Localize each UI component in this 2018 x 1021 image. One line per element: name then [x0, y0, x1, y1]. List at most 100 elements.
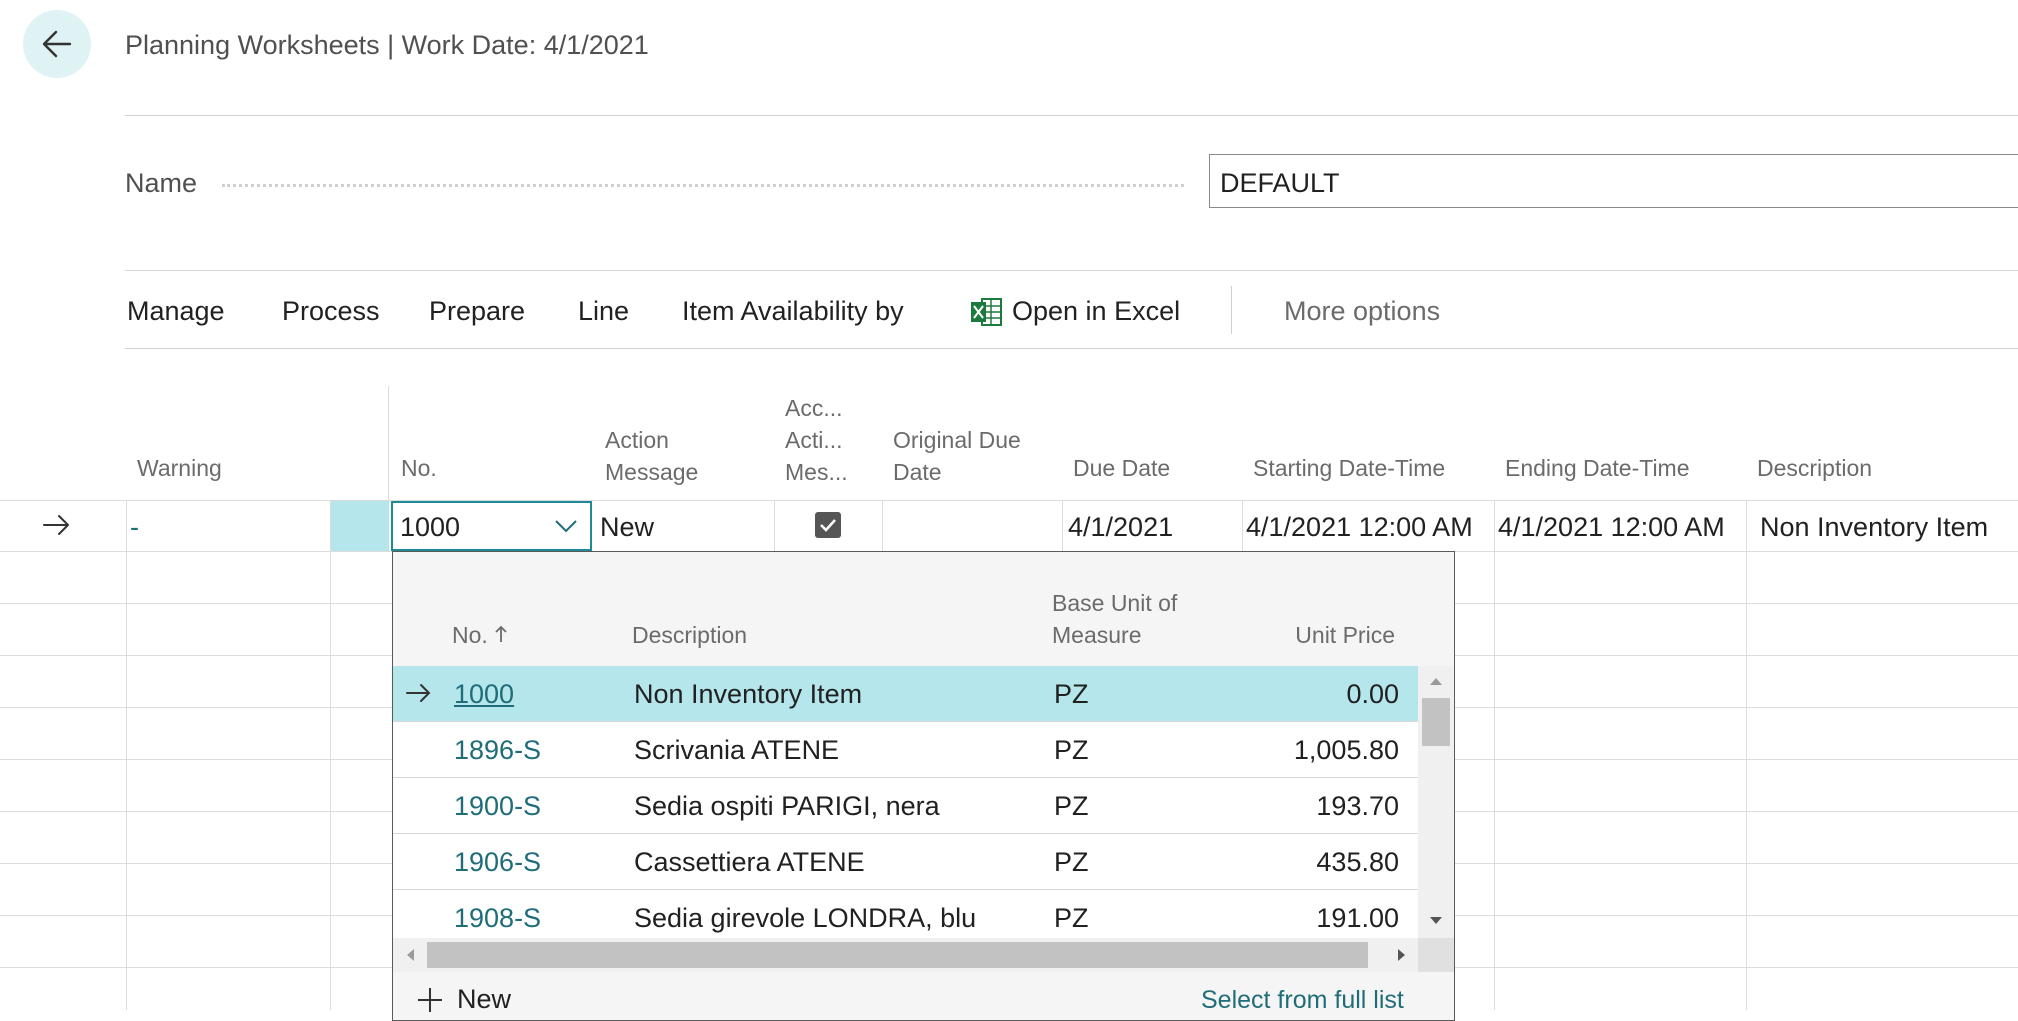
col-warning[interactable]: Warning [137, 452, 222, 484]
header-divider [125, 115, 2018, 116]
new-item-button[interactable]: New [415, 984, 511, 1015]
grid-col-line [1062, 500, 1063, 551]
manage-menu[interactable]: Manage [127, 296, 225, 327]
scroll-right-icon[interactable] [1397, 948, 1407, 962]
lookup-row-no[interactable]: 1000 [454, 679, 514, 710]
lookup-col-no-label: No. [452, 622, 488, 648]
lookup-row-price: 191.00 [1316, 903, 1399, 933]
lookup-row-unit: PZ [1054, 735, 1089, 765]
row-ending-date-time[interactable]: 4/1/2021 12:00 AM [1498, 512, 1725, 543]
lookup-col-base-unit-line1: Base Unit of [1052, 590, 1178, 616]
row-warning: - [130, 512, 139, 542]
prepare-menu[interactable]: Prepare [429, 296, 525, 327]
col-original-due-date[interactable]: Original Due Date [893, 424, 1021, 488]
name-label: Name [125, 168, 198, 198]
row-description[interactable]: Non Inventory Item [1760, 512, 1988, 543]
new-item-label: New [457, 984, 512, 1014]
col-starting-date-time[interactable]: Starting Date-Time [1253, 452, 1445, 484]
lookup-row-no[interactable]: 1908-S [454, 903, 541, 934]
lookup-row[interactable]: 1000 Non Inventory Item PZ 0.00 [393, 666, 1418, 722]
grid-line [0, 500, 2018, 501]
lookup-row-description: Sedia girevole LONDRA, blu [634, 903, 977, 933]
grid-col-line [330, 500, 331, 1010]
lookup-row-unit: PZ [1054, 903, 1089, 933]
col-accept-action-message[interactable]: Acc... Acti... Mes... [785, 392, 848, 488]
scroll-up-icon[interactable] [1429, 676, 1443, 686]
plus-icon [418, 987, 442, 1012]
row-select-cell[interactable] [331, 501, 389, 551]
grid-col-line [1746, 500, 1747, 1010]
header-col-separator [388, 386, 389, 500]
back-button[interactable] [23, 10, 91, 78]
col-description[interactable]: Description [1757, 452, 1872, 484]
open-in-excel-label: Open in Excel [1012, 296, 1181, 326]
col-action-message-line1: Action [605, 427, 669, 453]
no-input[interactable]: 1000 [391, 501, 592, 551]
lookup-row-description: Cassettiera ATENE [634, 847, 865, 877]
grid-col-line [126, 500, 127, 1010]
more-options-menu[interactable]: More options [1284, 296, 1440, 327]
vertical-scroll-thumb[interactable] [1422, 698, 1450, 746]
horizontal-scroll-thumb[interactable] [427, 942, 1368, 968]
vertical-scrollbar[interactable] [1418, 666, 1454, 946]
lookup-row-price: 193.70 [1316, 791, 1399, 821]
action-divider [125, 348, 2018, 349]
col-due-date[interactable]: Due Date [1073, 452, 1170, 484]
item-lookup-dropdown[interactable]: No. Description Base Unit of Measure Uni… [392, 551, 1455, 1021]
lookup-row-unit: PZ [1054, 791, 1089, 821]
scroll-down-icon[interactable] [1429, 916, 1443, 926]
excel-icon [971, 297, 1002, 326]
lookup-col-description[interactable]: Description [632, 619, 747, 651]
col-accept-line2: Acti... [785, 427, 843, 453]
row-action-message[interactable]: New [600, 512, 654, 543]
lookup-row-price: 1,005.80 [1293, 735, 1399, 765]
lookup-row-no[interactable]: 1900-S [454, 791, 541, 822]
action-separator [1231, 286, 1232, 334]
lookup-row[interactable]: 1896-S Scrivania ATENE PZ 1,005.80 [393, 722, 1418, 778]
line-menu[interactable]: Line [578, 296, 629, 327]
lookup-row-description: Sedia ospiti PARIGI, nera [634, 791, 940, 821]
lookup-col-base-unit-line2: Measure [1052, 622, 1142, 648]
lookup-row-unit: PZ [1054, 679, 1089, 709]
scrollbar-corner [1418, 938, 1454, 972]
open-in-excel-button[interactable]: Open in Excel [970, 296, 1180, 327]
col-ending-date-time[interactable]: Ending Date-Time [1505, 452, 1690, 484]
chevron-down-icon[interactable] [553, 517, 579, 540]
page-title: Planning Worksheets | Work Date: 4/1/202… [125, 30, 649, 60]
lookup-col-no[interactable]: No. [452, 619, 508, 651]
lookup-row[interactable]: 1906-S Cassettiera ATENE PZ 435.80 [393, 834, 1418, 890]
arrow-right-icon [405, 681, 433, 710]
row-starting-date-time[interactable]: 4/1/2021 12:00 AM [1246, 512, 1473, 543]
name-divider [125, 270, 2018, 271]
sort-ascending-icon [495, 625, 507, 642]
lookup-row-no[interactable]: 1896-S [454, 735, 541, 766]
accept-checkbox[interactable] [815, 512, 841, 538]
col-action-message-line2: Message [605, 459, 699, 485]
no-input-value: 1000 [400, 512, 461, 542]
col-original-due-line2: Date [893, 459, 942, 485]
lookup-col-base-unit[interactable]: Base Unit of Measure [1052, 587, 1177, 651]
grid-col-line [774, 500, 775, 551]
col-action-message[interactable]: Action Message [605, 424, 698, 488]
lookup-row-price: 435.80 [1316, 847, 1399, 877]
col-original-due-line1: Original Due [893, 427, 1021, 453]
horizontal-scrollbar[interactable] [393, 938, 1418, 972]
lookup-row[interactable]: 1900-S Sedia ospiti PARIGI, nera PZ 193.… [393, 778, 1418, 834]
row-due-date[interactable]: 4/1/2021 [1068, 512, 1173, 543]
col-accept-line3: Mes... [785, 459, 848, 485]
scroll-left-icon[interactable] [405, 948, 415, 962]
lookup-col-unit-price[interactable]: Unit Price [1203, 619, 1395, 651]
select-from-full-list-link[interactable]: Select from full list [1201, 986, 1404, 1015]
item-availability-menu[interactable]: Item Availability by [682, 296, 904, 327]
lookup-row-unit: PZ [1054, 847, 1089, 877]
name-input[interactable]: DEFAULT [1209, 154, 2018, 208]
lookup-row-no[interactable]: 1906-S [454, 847, 541, 878]
lookup-row-description: Scrivania ATENE [634, 735, 840, 765]
process-menu[interactable]: Process [282, 296, 380, 327]
col-no[interactable]: No. [401, 452, 437, 484]
grid-col-line [882, 500, 883, 551]
lookup-row-description: Non Inventory Item [634, 679, 863, 709]
name-leader-dots [222, 184, 1184, 187]
lookup-row-price: 0.00 [1346, 679, 1399, 709]
arrow-right-icon [43, 515, 69, 535]
